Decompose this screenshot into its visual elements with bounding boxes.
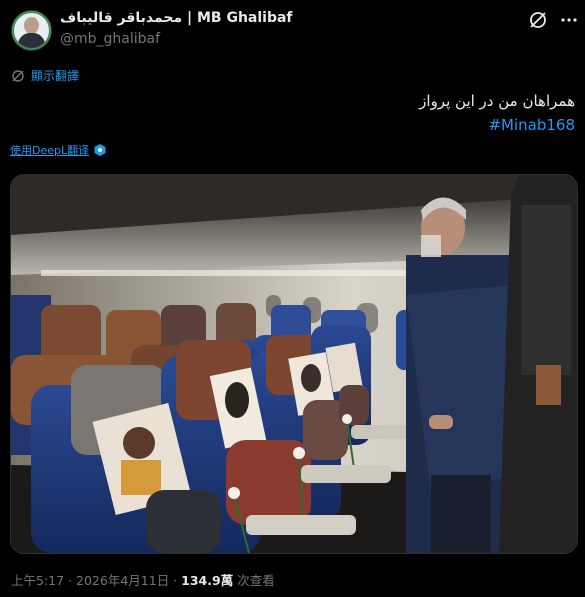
post-body: همراهان من در این پرواز [419, 92, 575, 110]
views-count: 134.9萬 [181, 573, 234, 588]
post-meta: 上午5:17 · 2026年4月11日 · 134.9萬 次查看 [11, 570, 275, 589]
post-text: همراهان من در این پرواز #Minab168 [55, 89, 575, 137]
post-time[interactable]: 上午5:17 [11, 573, 64, 588]
globe-icon [12, 69, 24, 82]
author-name[interactable]: محمدباقر قالیباف | MB Ghalibaf [60, 10, 293, 26]
more-icon[interactable] [560, 10, 578, 30]
avatar[interactable] [11, 10, 52, 51]
post-date[interactable]: 2026年4月11日 [76, 573, 169, 588]
grok-icon[interactable] [528, 10, 548, 30]
show-translation-button[interactable]: 顯示翻譯 [11, 67, 79, 84]
meta-separator: · [68, 573, 73, 588]
meta-separator-2: · [173, 573, 178, 588]
show-translation-label: 顯示翻譯 [31, 69, 80, 83]
deepl-label: 使用DeepL翻译 [10, 144, 90, 157]
deepl-translate-link[interactable]: 使用DeepL翻译 [10, 142, 107, 158]
avatar-ring [12, 11, 51, 50]
author-handle[interactable]: @mb_ghalibaf [60, 31, 160, 47]
post-hashtag[interactable]: #Minab168 [55, 113, 575, 137]
post-image[interactable] [10, 174, 578, 554]
airplane-cabin-photo [11, 175, 577, 553]
deepl-icon [94, 144, 106, 156]
views-label: 次查看 [237, 573, 275, 588]
